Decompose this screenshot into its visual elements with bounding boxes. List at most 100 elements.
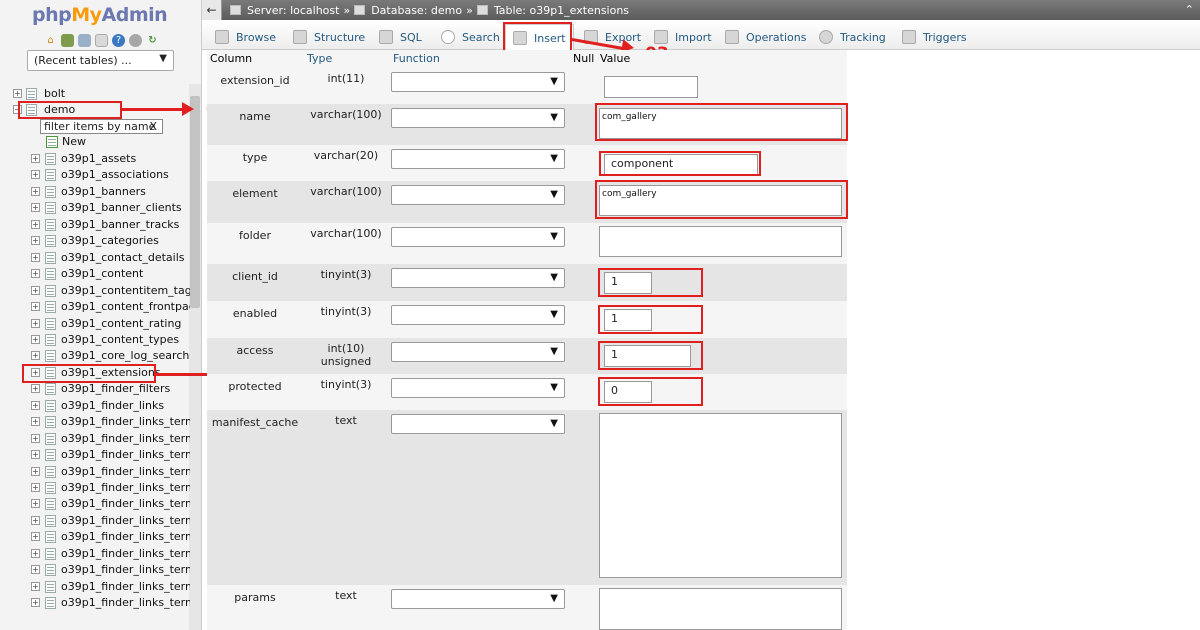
table-node-label[interactable]: o39p1_content [61,267,143,280]
function-select[interactable]: ▼ [391,305,565,325]
table-node[interactable]: + o39p1_content_frontpage [0,299,190,315]
tree-scrollbar-thumb[interactable] [190,96,200,308]
breadcrumb-table[interactable]: Table: o39p1_extensions [494,4,629,17]
expand-icon[interactable]: + [31,516,40,525]
table-node[interactable]: + o39p1_finder_links_terms [0,513,190,529]
table-node-label[interactable]: o39p1_core_log_searches [61,349,190,362]
table-node[interactable]: + o39p1_core_log_searches [0,348,190,364]
expand-icon[interactable]: + [31,269,40,278]
clear-filter-button[interactable]: X [149,120,157,133]
expand-icon[interactable]: + [31,401,40,410]
table-node[interactable]: + o39p1_finder_links_terms [0,579,190,595]
home-icon[interactable]: ⌂ [44,34,57,47]
value-textarea[interactable] [599,226,842,257]
table-node[interactable]: + o39p1_finder_links_terms [0,546,190,562]
settings-icon[interactable] [129,34,142,47]
table-node[interactable]: + o39p1_assets [0,151,190,167]
collapse-nav-button[interactable]: ← [202,0,222,20]
table-node[interactable]: + o39p1_finder_links_terms [0,562,190,578]
table-node[interactable]: + o39p1_finder_links_terms [0,595,190,611]
table-node-label[interactable]: o39p1_finder_links_terms [61,448,190,461]
expand-icon[interactable]: + [31,499,40,508]
tree-filter-input[interactable]: filter items by name X [40,119,163,134]
expand-icon[interactable]: + [31,549,40,558]
table-node[interactable]: + o39p1_banner_clients [0,200,190,216]
table-node[interactable]: + o39p1_finder_links_terms [0,431,190,447]
expand-icon[interactable]: + [31,319,40,328]
table-node-label[interactable]: o39p1_categories [61,234,159,247]
expand-icon[interactable]: + [31,483,40,492]
function-select[interactable]: ▼ [391,378,565,398]
table-node[interactable]: + o39p1_contact_details [0,250,190,266]
help-icon[interactable]: ? [112,34,125,47]
table-node[interactable]: + o39p1_finder_links_terms [0,414,190,430]
table-node[interactable]: + o39p1_content [0,266,190,282]
table-node-label[interactable]: o39p1_banners [61,185,146,198]
expand-icon[interactable]: + [13,89,22,98]
table-node[interactable]: + o39p1_content_rating [0,316,190,332]
breadcrumb-server[interactable]: Server: localhost [247,4,339,17]
expand-icon[interactable]: + [31,384,40,393]
table-node-label[interactable]: o39p1_contact_details [61,251,185,264]
table-node-label[interactable]: o39p1_finder_links_terms [61,596,190,609]
phpmyadmin-logo[interactable]: phpMyAdmin [32,4,168,26]
table-node-label[interactable]: o39p1_content_types [61,333,179,346]
function-select[interactable]: ▼ [391,72,565,92]
query-window-icon[interactable] [78,34,91,47]
tab-sql[interactable]: SQL [372,24,429,50]
table-node-label[interactable]: o39p1_finder_links_terms [61,563,190,576]
table-node-label[interactable]: o39p1_banner_tracks [61,218,179,231]
tab-operations[interactable]: Operations [718,24,813,50]
tab-structure[interactable]: Structure [286,24,372,50]
expand-icon[interactable]: + [31,450,40,459]
table-node[interactable]: + o39p1_categories [0,233,190,249]
tab-browse[interactable]: Browse [208,24,283,50]
expand-icon[interactable]: + [31,532,40,541]
table-node-label[interactable]: o39p1_finder_links_terms [61,481,190,494]
function-select[interactable]: ▼ [391,185,565,205]
table-node-label[interactable]: o39p1_assets [61,152,136,165]
chevron-up-icon[interactable]: ⌃ [1185,3,1194,16]
table-node[interactable]: + o39p1_finder_links_terms [0,480,190,496]
value-input[interactable] [604,76,698,98]
table-node[interactable]: + o39p1_finder_links_terms [0,447,190,463]
table-node[interactable]: + o39p1_finder_filters [0,381,190,397]
table-node[interactable]: + o39p1_content_types [0,332,190,348]
expand-icon[interactable]: + [31,335,40,344]
expand-icon[interactable]: + [31,351,40,360]
recent-tables-select[interactable]: (Recent tables) ... ▼ [27,50,174,71]
reload-icon[interactable]: ↻ [146,34,159,47]
table-node[interactable]: + o39p1_finder_links_terms [0,496,190,512]
expand-icon[interactable]: + [31,236,40,245]
table-node-label[interactable]: o39p1_finder_filters [61,382,170,395]
table-node-label[interactable]: o39p1_finder_links_terms [61,530,190,543]
function-select[interactable]: ▼ [391,227,565,247]
table-node[interactable]: + o39p1_finder_links_terms [0,529,190,545]
function-select[interactable]: ▼ [391,589,565,609]
table-node-label[interactable]: o39p1_banner_clients [61,201,182,214]
table-node[interactable]: + o39p1_finder_links [0,398,190,414]
expand-icon[interactable]: + [31,154,40,163]
table-node-label[interactable]: o39p1_contentitem_tag_m [61,284,190,297]
table-node[interactable]: + o39p1_contentitem_tag_m [0,283,190,299]
expand-icon[interactable]: + [31,302,40,311]
tab-search[interactable]: Search [434,24,507,50]
expand-icon[interactable]: + [31,286,40,295]
function-select[interactable]: ▼ [391,149,565,169]
tab-tracking[interactable]: Tracking [812,24,893,50]
table-node-label[interactable]: o39p1_finder_links_terms [61,465,190,478]
table-node-label[interactable]: o39p1_content_frontpage [61,300,190,313]
expand-icon[interactable]: + [31,170,40,179]
table-node-label[interactable]: o39p1_finder_links_terms [61,497,190,510]
breadcrumb-database[interactable]: Database: demo [371,4,462,17]
header-function[interactable]: Function [393,52,440,65]
table-node-label[interactable]: o39p1_associations [61,168,169,181]
expand-icon[interactable]: + [31,417,40,426]
value-textarea[interactable] [599,588,842,630]
logout-icon[interactable] [61,34,74,47]
db-node-bolt[interactable]: + bolt [0,86,190,102]
function-select[interactable]: ▼ [391,414,565,434]
table-node-label[interactable]: o39p1_finder_links_terms [61,432,190,445]
table-node[interactable]: + o39p1_banners [0,184,190,200]
function-select[interactable]: ▼ [391,342,565,362]
